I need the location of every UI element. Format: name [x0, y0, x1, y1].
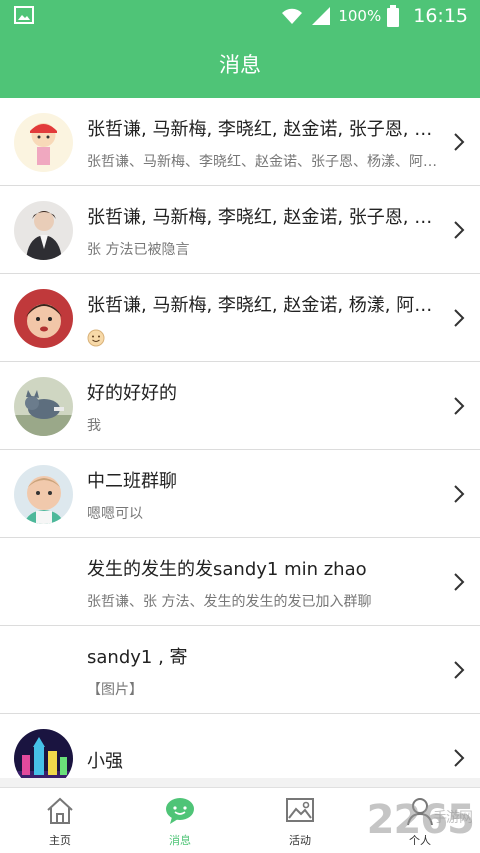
tab-label: 消息 — [169, 834, 191, 847]
avatar — [14, 201, 73, 260]
chevron-right-icon — [454, 397, 465, 415]
tab-activity[interactable]: 活动 — [240, 788, 360, 853]
avatar — [14, 465, 73, 524]
smiley-emoji-icon — [87, 329, 105, 347]
tab-messages[interactable]: 消息 — [120, 788, 240, 853]
signal-icon — [312, 7, 331, 25]
chevron-right-icon — [454, 133, 465, 151]
conversation-item[interactable]: 小强 — [0, 714, 480, 778]
conversation-item[interactable]: 发生的发生的发sandy1 min zhao 张哲谦、张 方法、发生的发生的发已… — [0, 538, 480, 626]
home-icon — [47, 797, 73, 824]
conversation-item[interactable]: 张哲谦, 马新梅, 李晓红, 赵金诺, 张子恩, 杨漾, 阿萨德, 张 方法 张… — [0, 98, 480, 186]
avatar — [14, 729, 73, 778]
conversation-title: sandy1 , 寄 — [87, 647, 188, 668]
tab-label: 主页 — [49, 834, 71, 847]
conversation-title: 张哲谦, 马新梅, 李晓红, 赵金诺, 张子恩, 杨漾, 阿萨德, 张 方法 — [87, 207, 449, 228]
conversation-preview: 张哲谦、马新梅、李晓红、赵金诺、张子恩、杨漾、阿萨德 — [87, 154, 449, 170]
chevron-right-icon — [454, 749, 465, 767]
conversation-item[interactable]: 张哲谦, 马新梅, 李晓红, 赵金诺, 杨漾, 阿萨德 — [0, 274, 480, 362]
chevron-right-icon — [454, 309, 465, 327]
conversation-title: 好的好好的 — [87, 383, 177, 404]
conversation-preview: 张 方法已被隐言 — [87, 242, 190, 258]
avatar — [14, 289, 73, 348]
chevron-right-icon — [454, 221, 465, 239]
conversation-preview: 【图片】 — [87, 682, 143, 698]
picture-icon — [286, 798, 314, 822]
watermark-sub: 手游网 — [433, 810, 473, 826]
conversation-list[interactable]: 张哲谦, 马新梅, 李晓红, 赵金诺, 张子恩, 杨漾, 阿萨德, 张 方法 张… — [0, 98, 480, 778]
conversation-preview: 我 — [87, 418, 101, 434]
conversation-item[interactable]: sandy1 , 寄 【图片】 — [0, 626, 480, 714]
conversation-preview: 嗯嗯可以 — [87, 506, 143, 522]
watermark-logo: 2265 手游网 — [367, 797, 475, 843]
avatar — [14, 377, 73, 436]
conversation-title: 张哲谦, 马新梅, 李晓红, 赵金诺, 杨漾, 阿萨德 — [87, 295, 449, 316]
chevron-right-icon — [454, 485, 465, 503]
gallery-notification-icon — [14, 6, 34, 24]
conversation-title: 小强 — [87, 751, 123, 772]
clock: 16:15 — [413, 5, 468, 27]
status-bar: 100% 16:15 — [0, 0, 480, 32]
conversation-item[interactable]: 好的好好的 我 — [0, 362, 480, 450]
tab-home[interactable]: 主页 — [0, 788, 120, 853]
conversation-title: 中二班群聊 — [87, 471, 177, 492]
conversation-title: 张哲谦, 马新梅, 李晓红, 赵金诺, 张子恩, 杨漾, 阿萨德, 张 方法 — [87, 119, 449, 140]
chevron-right-icon — [454, 573, 465, 591]
battery-icon — [387, 5, 400, 27]
conversation-item[interactable]: 张哲谦, 马新梅, 李晓红, 赵金诺, 张子恩, 杨漾, 阿萨德, 张 方法 张… — [0, 186, 480, 274]
wifi-icon — [282, 8, 303, 24]
avatar — [14, 113, 73, 172]
chevron-right-icon — [454, 661, 465, 679]
chat-bubble-icon — [166, 798, 194, 824]
conversation-preview: 张哲谦、张 方法、发生的发生的发已加入群聊 — [87, 594, 372, 610]
conversation-title: 发生的发生的发sandy1 min zhao — [87, 559, 367, 580]
battery-percent: 100% — [338, 7, 382, 25]
tab-label: 活动 — [289, 834, 311, 847]
page-title: 消息 — [0, 32, 480, 98]
conversation-item[interactable]: 中二班群聊 嗯嗯可以 — [0, 450, 480, 538]
